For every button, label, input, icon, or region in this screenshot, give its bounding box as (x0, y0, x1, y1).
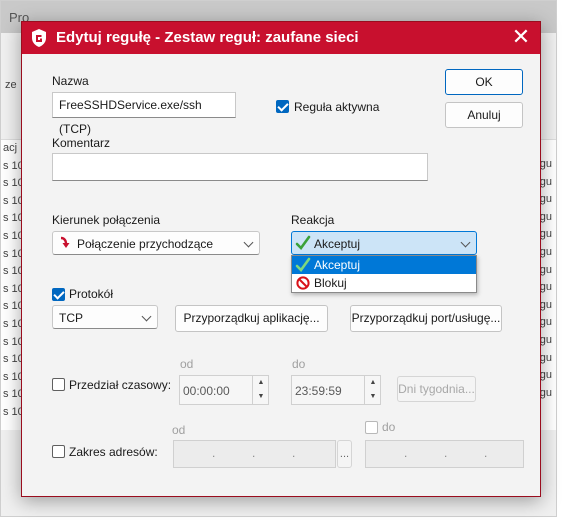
address-range-checkbox[interactable] (52, 445, 65, 458)
time-range-checkbox[interactable] (52, 378, 65, 391)
edit-rule-dialog: Edytuj regułę - Zestaw reguł: zaufane si… (21, 21, 541, 497)
address-from-input[interactable]: . . . (173, 440, 336, 468)
spin-up-icon[interactable]: ▲ (365, 376, 381, 389)
protocol-label: Protokół (69, 287, 114, 301)
name-label: Nazwa (52, 74, 89, 88)
ip-separator: . (404, 446, 408, 460)
ip-separator: . (212, 446, 216, 460)
direction-combobox[interactable]: Połączenie przychodzące (52, 231, 260, 255)
time-range-label: Przedział czasowy: (69, 378, 172, 392)
assign-application-button[interactable]: Przyporządkuj aplikację... (175, 305, 328, 332)
comment-input[interactable] (52, 153, 428, 181)
reaction-option-accept[interactable]: Akceptuj (292, 256, 476, 274)
ip-separator: . (252, 446, 256, 460)
ok-button[interactable]: OK (445, 69, 523, 95)
reaction-dropdown-list: Akceptuj Blokuj (291, 255, 477, 293)
rule-active-checkbox[interactable] (276, 100, 289, 113)
comment-label: Komentarz (52, 136, 111, 150)
name-input[interactable]: FreeSSHDService.exe/ssh (TCP) (52, 92, 236, 136)
reaction-value: Akceptuj (314, 237, 361, 251)
protocol-value: TCP (59, 311, 83, 325)
reaction-option-label: Akceptuj (314, 258, 361, 272)
chevron-down-icon (460, 237, 471, 248)
incoming-arrow-icon (58, 236, 72, 253)
spin-down-icon[interactable]: ▼ (253, 390, 269, 403)
reaction-option-label: Blokuj (314, 276, 347, 290)
direction-label: Kierunek połączenia (52, 213, 161, 227)
time-from-value: 00:00:00 (183, 384, 230, 398)
background-label: ze (5, 79, 17, 91)
time-to-label: do (292, 357, 306, 371)
time-from-input[interactable]: 00:00:00 ▲ ▼ (179, 375, 269, 405)
spin-down-icon[interactable]: ▼ (365, 390, 381, 403)
address-to-input[interactable]: . . . (365, 440, 524, 468)
time-from-label: od (180, 357, 194, 371)
reaction-option-block[interactable]: Blokuj (292, 274, 476, 292)
dialog-title: Edytuj regułę - Zestaw reguł: zaufane si… (56, 29, 359, 46)
address-to-label: do (382, 420, 396, 434)
address-to-checkbox[interactable] (365, 421, 378, 434)
protocol-combobox[interactable]: TCP (52, 305, 158, 329)
prohibited-icon (296, 276, 310, 293)
protocol-checkbox[interactable] (52, 288, 65, 301)
reaction-combobox[interactable]: Akceptuj (291, 231, 477, 255)
time-to-spinner: ▲ ▼ (364, 376, 381, 404)
cancel-button[interactable]: Anuluj (445, 102, 523, 128)
assign-port-service-button[interactable]: Przyporządkuj port/usługę... (350, 305, 502, 332)
dialog-titlebar: Edytuj regułę - Zestaw reguł: zaufane si… (22, 22, 540, 54)
ip-separator: . (292, 446, 296, 460)
time-to-value: 23:59:59 (295, 384, 342, 398)
checkmark-icon (295, 235, 311, 254)
direction-value: Połączenie przychodzące (77, 237, 214, 251)
chevron-down-icon (141, 311, 152, 322)
chevron-down-icon (243, 237, 254, 248)
address-browse-button[interactable]: ... (337, 440, 352, 468)
address-range-label: Zakres adresów: (69, 445, 158, 459)
address-from-label: od (172, 423, 186, 437)
close-icon[interactable]: ✕ (510, 25, 532, 49)
ip-separator: . (444, 446, 448, 460)
spin-up-icon[interactable]: ▲ (253, 376, 269, 389)
time-from-spinner: ▲ ▼ (252, 376, 269, 404)
reaction-label: Reakcja (291, 213, 335, 227)
background-row-text: acj (3, 142, 18, 154)
weekdays-button[interactable]: Dni tygodnia... (397, 376, 476, 402)
shield-icon (30, 28, 48, 48)
ip-separator: . (484, 446, 488, 460)
rule-active-label: Reguła aktywna (294, 100, 380, 114)
time-to-input[interactable]: 23:59:59 ▲ ▼ (291, 375, 381, 405)
